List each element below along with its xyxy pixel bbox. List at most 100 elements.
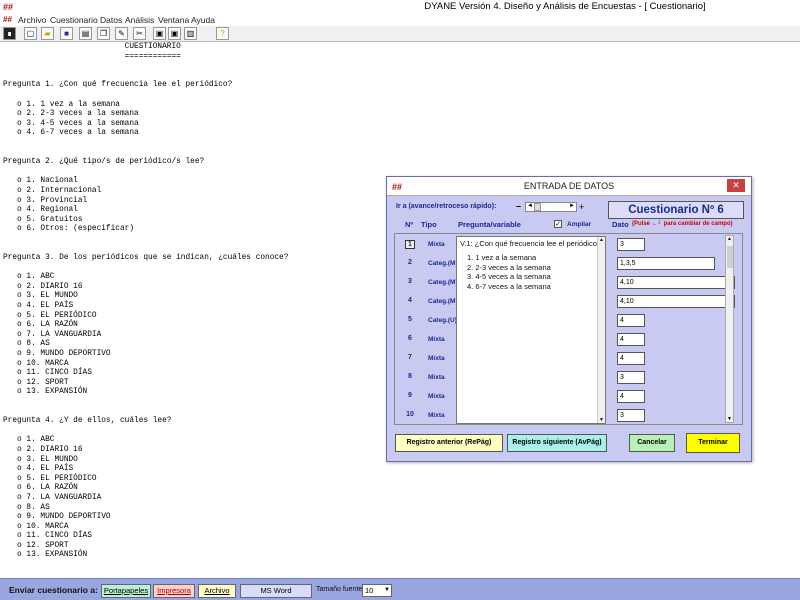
document-logo-icon[interactable]: ## xyxy=(3,15,12,24)
document-line: o 9. MUNDO DEPORTIVO xyxy=(3,513,111,522)
document-line: o 10. MARCA xyxy=(3,522,69,531)
tile-icon[interactable]: ▥ xyxy=(184,27,197,40)
document-line: o 5. Gratuitos xyxy=(3,215,83,224)
row-number[interactable]: 10 xyxy=(405,411,415,418)
document-line: o 4. Regional xyxy=(3,206,78,215)
font-size-label: Tamaño fuente: xyxy=(316,586,365,593)
question-scrollbar[interactable]: ▲ ▼ xyxy=(597,237,605,423)
row-number[interactable]: 7 xyxy=(405,354,415,361)
row-value-input[interactable]: 4,10 xyxy=(617,276,735,289)
window-title: DYANE Versión 4. Diseño y Análisis de En… xyxy=(424,1,706,12)
chevron-left-icon[interactable]: ◄ xyxy=(527,203,533,209)
ampliar-checkbox[interactable]: ✓ xyxy=(554,220,562,228)
document-line: o 4. EL PAÍS xyxy=(3,465,74,474)
row-number[interactable]: 4 xyxy=(405,297,415,304)
row-number[interactable]: 6 xyxy=(405,335,415,342)
document-line: o 2. Internacional xyxy=(3,186,102,195)
font-size-select[interactable]: 10 ▼ xyxy=(362,584,392,597)
document-line: CUESTIONARIO xyxy=(3,43,181,51)
send-msword-button[interactable]: MS Word xyxy=(240,584,312,598)
print-icon[interactable]: ▤ xyxy=(79,27,92,40)
scroll-down-icon[interactable]: ▼ xyxy=(727,416,732,422)
window-icon[interactable]: ▣ xyxy=(153,27,166,40)
document-line: o 5. EL PERIÓDICO xyxy=(3,474,97,483)
send-clipboard-button[interactable]: Portapapeles xyxy=(101,584,151,598)
question-text: V.1: ¿Con qué frecuencia lee el periódic… xyxy=(460,239,602,248)
menu-ventana[interactable]: Ventana xyxy=(158,15,189,25)
row-value-input[interactable]: 4 xyxy=(617,314,645,327)
help-icon[interactable]: ? xyxy=(216,27,229,40)
row-value-input[interactable]: 3 xyxy=(617,371,645,384)
send-file-button[interactable]: Archivo xyxy=(198,584,236,598)
question-option: 1. 1 vez a la semana xyxy=(467,253,537,262)
header-num: Nº xyxy=(405,220,414,229)
rows-scrollbar[interactable]: ▲ ▼ xyxy=(725,235,734,423)
goto-slider[interactable]: ◄ ► xyxy=(525,202,577,212)
menu-archivo[interactable]: Archivo xyxy=(18,15,46,25)
row-value-input[interactable]: 4,10 xyxy=(617,295,735,308)
cut-icon[interactable]: ✂ xyxy=(133,27,146,40)
document-line: o 1. 1 vez a la semana xyxy=(3,100,120,109)
row-number[interactable]: 2 xyxy=(405,259,415,266)
send-printer-button[interactable]: Impresora xyxy=(153,584,195,598)
finish-button[interactable]: Terminar xyxy=(686,433,740,453)
window-icon[interactable]: ▣ xyxy=(168,27,181,40)
edit-icon[interactable]: ✎ xyxy=(115,27,128,40)
font-size-value: 10 xyxy=(365,586,374,595)
next-record-button[interactable]: Registro siguiente (AvPág) xyxy=(507,434,607,452)
document-line: o 5. EL PERIÓDICO xyxy=(3,311,97,320)
document-line: o 8. AS xyxy=(3,503,50,512)
row-value-input[interactable]: 3 xyxy=(617,409,645,422)
row-number[interactable]: 8 xyxy=(405,373,415,380)
goto-plus: + xyxy=(579,202,585,212)
slider-thumb[interactable] xyxy=(534,203,541,211)
document-line: o 1. ABC xyxy=(3,436,55,445)
document-line: o 3. Provincial xyxy=(3,196,88,205)
close-icon[interactable]: ✕ xyxy=(727,179,745,192)
header-type: Tipo xyxy=(421,220,437,229)
previous-record-button[interactable]: Registro anterior (RePág) xyxy=(395,434,503,452)
app-icon[interactable]: ∎ xyxy=(3,27,16,40)
menu-datos[interactable]: Datos xyxy=(100,15,122,25)
row-type: Mixta xyxy=(428,336,445,343)
question-text-box: V.1: ¿Con qué frecuencia lee el periódic… xyxy=(456,236,606,424)
document-line: Pregunta 3. De los periódicos que se ind… xyxy=(3,254,289,263)
dialog-title: ENTRADA DE DATOS xyxy=(523,181,615,191)
scroll-thumb[interactable] xyxy=(727,246,733,268)
row-number[interactable]: 9 xyxy=(405,392,415,399)
document-line: o 11. CINCO DÍAS xyxy=(3,532,92,541)
row-number[interactable]: 5 xyxy=(405,316,415,323)
row-value-input[interactable]: 4 xyxy=(617,333,645,346)
row-number[interactable]: 3 xyxy=(405,278,415,285)
menu-ayuda[interactable]: Ayuda xyxy=(191,15,215,25)
open-icon[interactable]: ▰ xyxy=(41,27,54,40)
row-type: Mixta xyxy=(428,355,445,362)
document-line: o 3. EL MUNDO xyxy=(3,292,78,301)
row-number[interactable]: 1 xyxy=(405,240,415,249)
header-question: Pregunta/variable xyxy=(458,220,521,229)
scroll-up-icon[interactable]: ▲ xyxy=(599,237,604,243)
row-value-input[interactable]: 3 xyxy=(617,238,645,251)
menu-cuestionario[interactable]: Cuestionario xyxy=(50,15,98,25)
row-value-input[interactable]: 1,3,5 xyxy=(617,257,715,270)
scroll-up-icon[interactable]: ▲ xyxy=(727,236,732,242)
save-icon[interactable]: ■ xyxy=(60,27,73,40)
menu-analisis[interactable]: Análisis xyxy=(125,15,154,25)
row-value-input[interactable]: 4 xyxy=(617,390,645,403)
row-value-input[interactable]: 4 xyxy=(617,352,645,365)
scroll-down-icon[interactable]: ▼ xyxy=(599,417,604,423)
dialog-title-bar[interactable]: ## ENTRADA DE DATOS ✕ xyxy=(387,177,751,196)
row-type: Categ.(U) xyxy=(428,317,457,324)
goto-label: Ir a (avance/retroceso rápido): xyxy=(396,203,497,210)
new-icon[interactable]: ▢ xyxy=(24,27,37,40)
cancel-button[interactable]: Cancelar xyxy=(629,434,675,452)
row-type: Categ.(M) xyxy=(428,298,458,305)
chevron-right-icon[interactable]: ► xyxy=(569,203,575,209)
copy-icon[interactable]: ❐ xyxy=(97,27,110,40)
